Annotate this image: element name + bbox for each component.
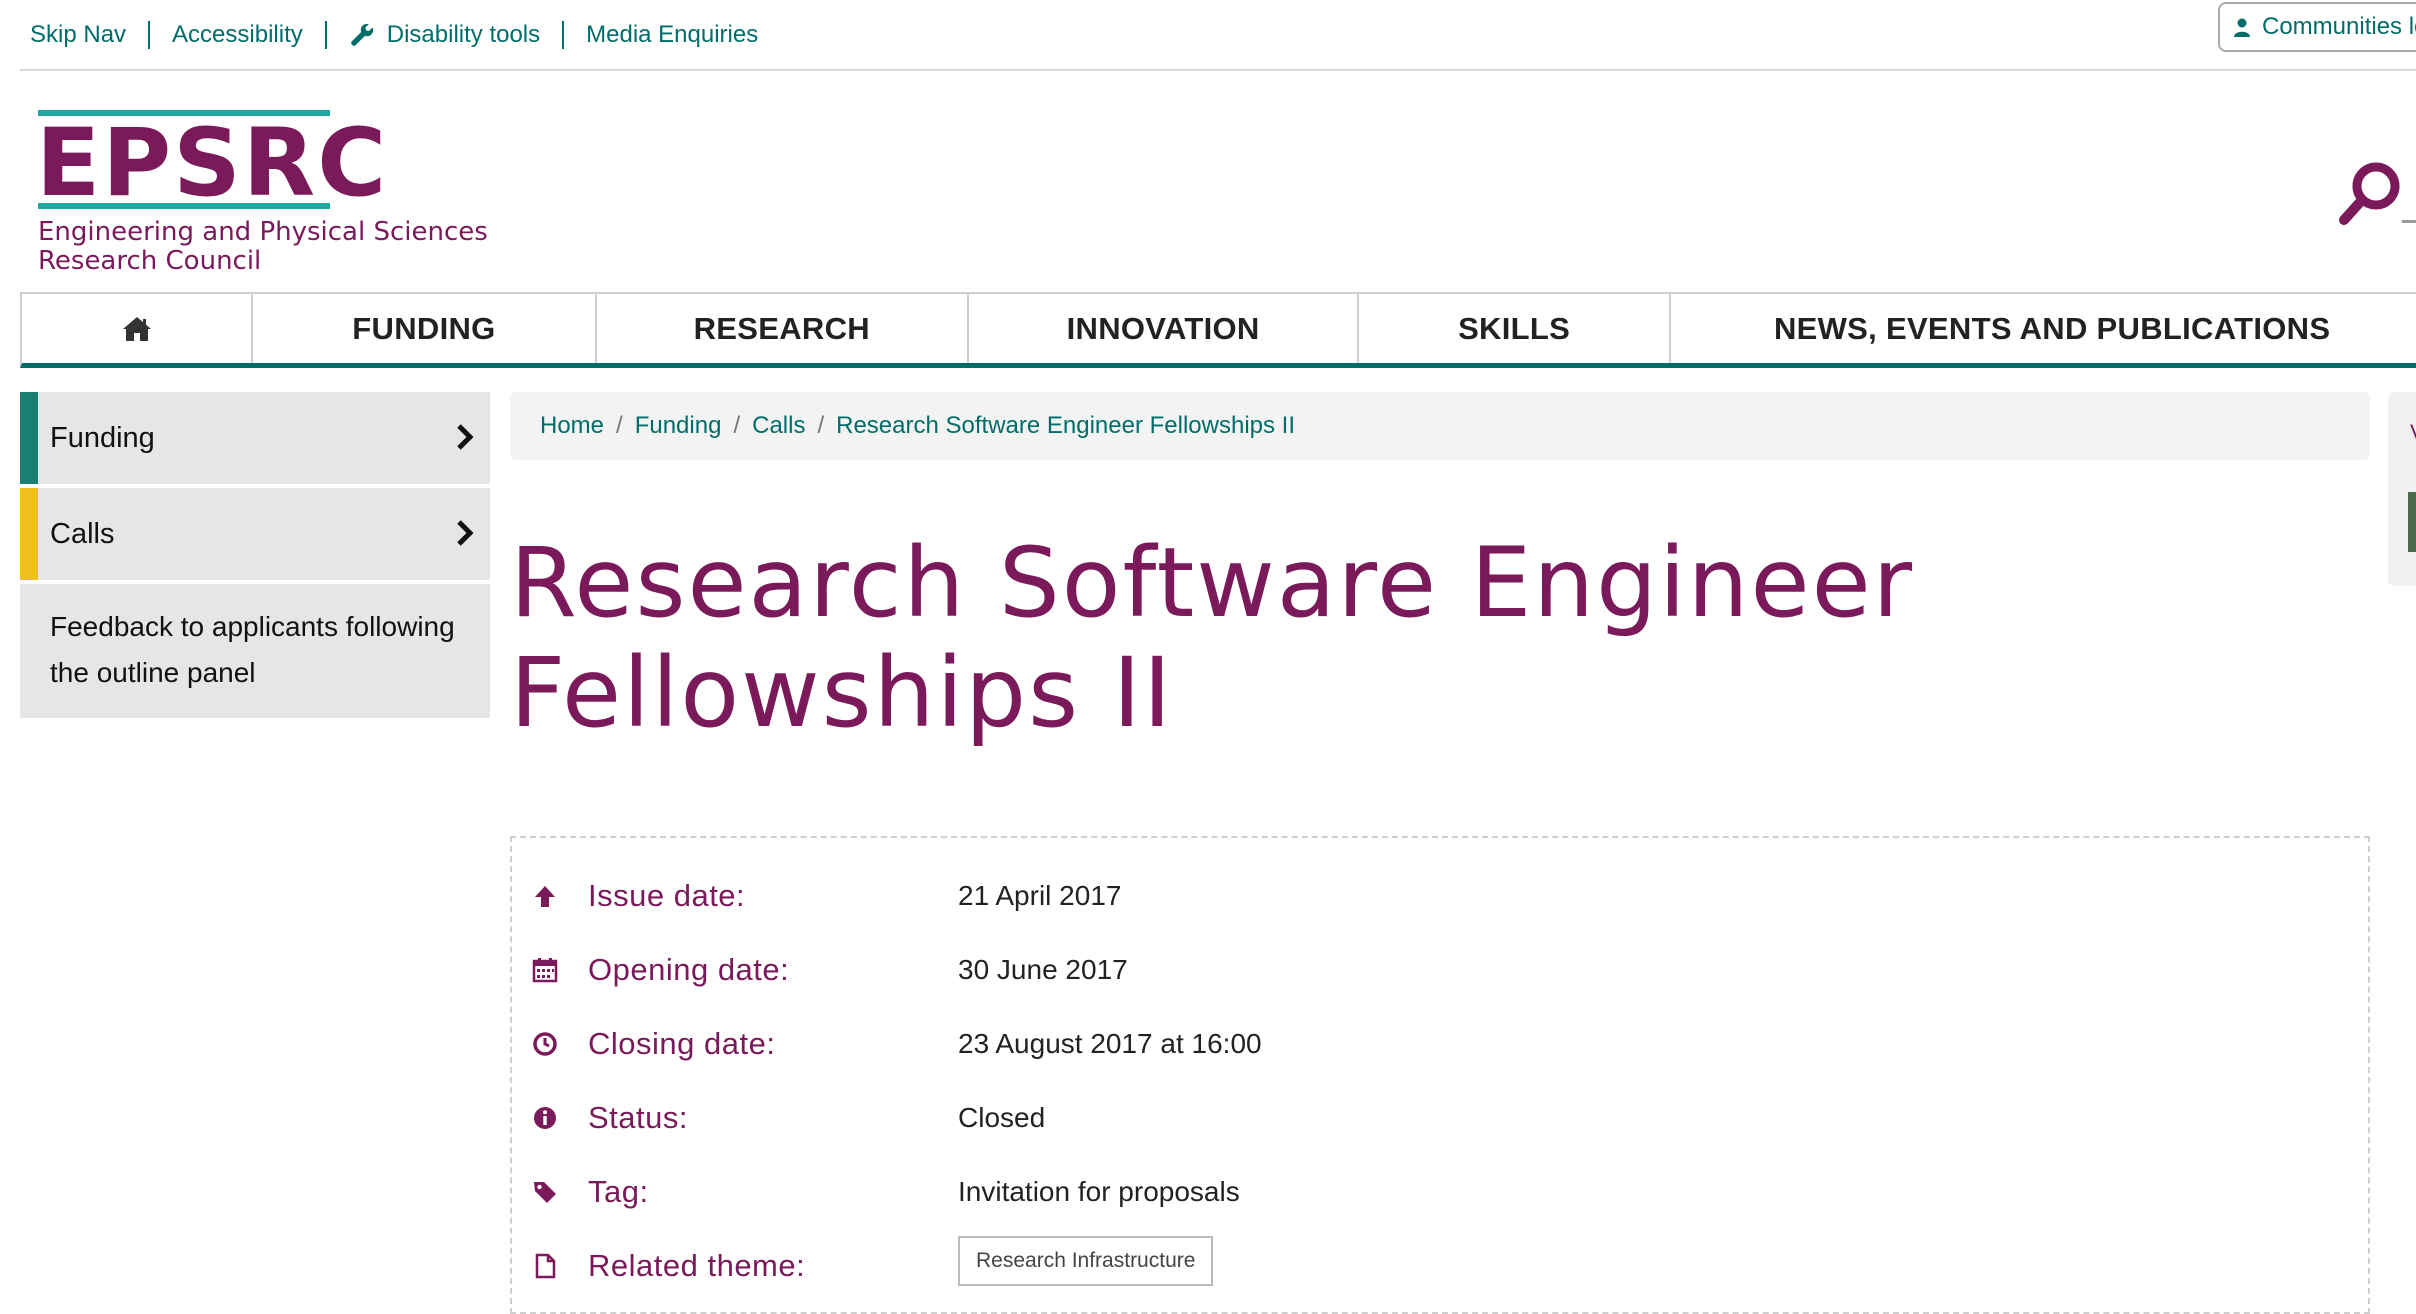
- sidebar-item-label: Feedback to applicants following the out…: [50, 611, 455, 688]
- disability-tools-label: Disability tools: [386, 21, 541, 48]
- breadcrumb-funding[interactable]: Funding: [635, 412, 722, 440]
- detail-value: 23 August 2017 at 16:00: [958, 1028, 1262, 1059]
- breadcrumb-calls[interactable]: Calls: [752, 412, 805, 440]
- wrench-icon: [350, 23, 373, 46]
- logo-bar-bottom: [38, 203, 330, 209]
- user-icon: [2234, 18, 2250, 37]
- search-field-edge: [2402, 220, 2416, 223]
- info-icon: [534, 1107, 556, 1129]
- detail-label: Closing date:: [588, 1026, 776, 1061]
- accessibility-link[interactable]: Accessibility: [172, 21, 303, 49]
- topbar-divider: [20, 69, 2416, 71]
- detail-value: Closed: [958, 1102, 1046, 1133]
- page-title: Research Software Engineer Fellowships I…: [510, 527, 1915, 749]
- detail-label: Opening date:: [588, 952, 790, 987]
- skip-nav-link[interactable]: Skip Nav: [30, 21, 126, 49]
- detail-row-closing-date: Closing date: 23 August 2017 at 16:00: [530, 1016, 1262, 1072]
- breadcrumb-separator: /: [616, 412, 623, 439]
- sidebar-item-funding[interactable]: Funding: [20, 392, 490, 484]
- nav-news-events-publications[interactable]: NEWS, EVENTS AND PUBLICATIONS: [1671, 294, 2416, 363]
- sidebar-accent: [20, 392, 38, 484]
- divider: [324, 21, 327, 49]
- nav-research[interactable]: RESEARCH: [597, 294, 970, 363]
- breadcrumb: Home / Funding / Calls / Research Softwa…: [510, 392, 2370, 460]
- detail-row-opening-date: Opening date: 30 June 2017: [530, 942, 1128, 998]
- sidebar-item-label: Funding: [50, 421, 155, 454]
- right-panel-image-edge: [2408, 492, 2416, 552]
- utility-bar: Skip Nav Accessibility Disability tools …: [30, 18, 758, 52]
- detail-label: Related theme:: [588, 1248, 806, 1283]
- media-enquiries-link[interactable]: Media Enquiries: [586, 21, 758, 49]
- document-icon: [535, 1253, 556, 1279]
- sidebar-item-feedback[interactable]: Feedback to applicants following the out…: [20, 584, 490, 718]
- call-details: Issue date: 21 April 2017 Opening date: …: [510, 836, 2370, 1314]
- communities-login-button[interactable]: Communities lo: [2218, 2, 2416, 52]
- detail-label: Status:: [588, 1100, 688, 1135]
- detail-value: 30 June 2017: [958, 954, 1128, 985]
- sidebar-item-calls[interactable]: Calls: [20, 488, 490, 580]
- chevron-right-icon: [457, 520, 474, 546]
- clock-icon: [533, 1032, 557, 1056]
- detail-row-tag: Tag: Invitation for proposals: [530, 1164, 1240, 1220]
- related-theme-tag[interactable]: Research Infrastructure: [958, 1236, 1214, 1286]
- breadcrumb-separator: /: [817, 412, 825, 439]
- logo-tagline-2: Research Council: [38, 246, 262, 276]
- breadcrumb-home[interactable]: Home: [540, 412, 604, 440]
- detail-row-issue-date: Issue date: 21 April 2017: [530, 868, 1121, 924]
- breadcrumb-separator: /: [733, 412, 741, 439]
- chevron-right-icon: [457, 424, 474, 450]
- detail-label: Tag:: [588, 1174, 649, 1209]
- detail-row-status: Status: Closed: [530, 1090, 1045, 1146]
- home-icon: [122, 316, 151, 341]
- logo-acronym: EPSRC: [36, 109, 389, 218]
- main-navigation: FUNDING RESEARCH INNOVATION SKILLS NEWS,…: [20, 292, 2416, 368]
- disability-tools-link[interactable]: Disability tools: [349, 21, 540, 49]
- right-panel-edge: V: [2388, 392, 2416, 586]
- nav-skills[interactable]: SKILLS: [1359, 294, 1671, 363]
- right-panel-glyph: V: [2410, 420, 2416, 446]
- detail-value: 21 April 2017: [958, 880, 1122, 911]
- tag-icon: [534, 1182, 556, 1203]
- divider: [562, 21, 565, 49]
- search-button[interactable]: [2338, 160, 2402, 226]
- nav-innovation[interactable]: INNOVATION: [969, 294, 1360, 363]
- divider: [148, 21, 151, 49]
- detail-value: Invitation for proposals: [958, 1176, 1240, 1207]
- search-icon: [2339, 162, 2400, 225]
- calendar-icon: [532, 958, 558, 983]
- sidebar: Funding Calls Feedback to applicants fol…: [20, 392, 490, 722]
- epsrc-logo[interactable]: EPSRC Engineering and Physical Sciences …: [36, 109, 488, 280]
- logo-tagline-1: Engineering and Physical Sciences: [38, 217, 488, 247]
- sidebar-item-label: Calls: [50, 517, 115, 550]
- detail-row-related-theme: Related theme: Research Infrastructure: [530, 1236, 1214, 1294]
- sidebar-accent: [20, 488, 38, 580]
- nav-funding[interactable]: FUNDING: [253, 294, 597, 363]
- detail-label: Issue date:: [588, 878, 746, 913]
- arrow-up-icon: [535, 886, 555, 907]
- breadcrumb-current[interactable]: Research Software Engineer Fellowships I…: [836, 412, 1295, 440]
- communities-label: Communities lo: [2262, 13, 2416, 40]
- nav-home[interactable]: [22, 294, 254, 363]
